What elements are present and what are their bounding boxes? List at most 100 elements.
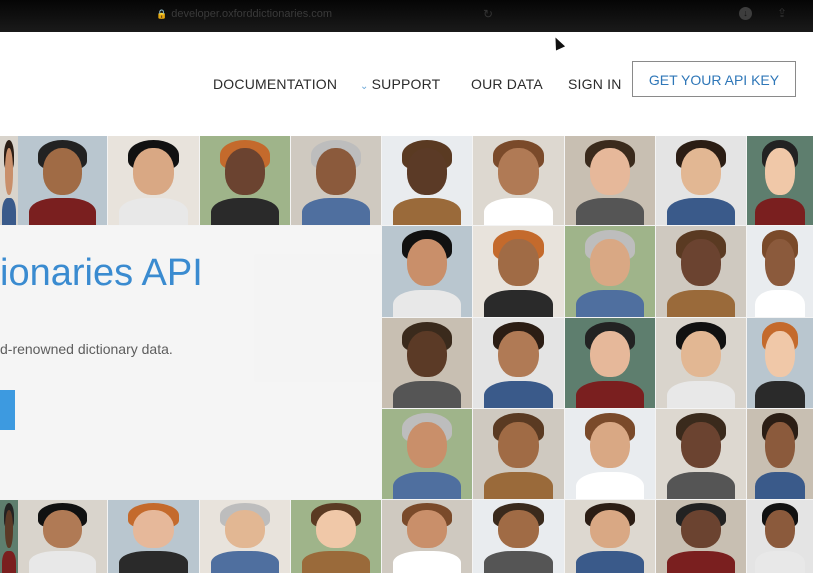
portrait-photo — [18, 500, 107, 573]
portrait-photo — [382, 226, 472, 317]
portrait-body — [666, 551, 736, 573]
portrait-body — [118, 198, 189, 225]
portrait-body — [575, 551, 645, 573]
portrait-body — [575, 472, 645, 499]
portrait-face — [225, 510, 265, 549]
portrait-face — [407, 510, 447, 549]
nav-sign-in[interactable]: SIGN IN — [568, 76, 622, 92]
portrait-face — [498, 330, 539, 378]
portrait-face — [498, 421, 539, 469]
portrait-photo — [565, 318, 655, 408]
lock-icon: 🔒 — [156, 9, 168, 19]
portrait-face — [765, 148, 795, 195]
portrait-photo — [656, 500, 746, 573]
portrait-face — [407, 421, 447, 469]
portrait-photo — [747, 500, 813, 573]
portrait-face — [765, 238, 795, 287]
portrait-body — [483, 198, 554, 225]
portrait-face — [681, 330, 721, 378]
nav-our-data[interactable]: OUR DATA — [471, 76, 543, 92]
portrait-photo — [565, 136, 655, 225]
address-bar[interactable]: 🔒 developer.oxforddictionaries.com — [156, 8, 332, 20]
portrait-face — [42, 510, 83, 549]
portrait-face — [5, 148, 13, 195]
portrait-photo — [565, 500, 655, 573]
browser-toolbar: 🔒 developer.oxforddictionaries.com ↻ ↓ ⇪ — [0, 0, 813, 32]
portrait-face — [498, 238, 539, 287]
get-api-key-button[interactable]: GET YOUR API KEY — [632, 61, 796, 97]
portrait-photo — [656, 226, 746, 317]
portrait-body — [392, 381, 462, 408]
hero-subtitle: d-renowned dictionary data. — [0, 341, 173, 357]
portrait-photo — [747, 318, 813, 408]
portrait-face — [498, 148, 539, 195]
portrait-face — [765, 510, 795, 549]
portrait-face — [681, 510, 721, 549]
portrait-photo — [382, 500, 472, 573]
reload-icon[interactable]: ↻ — [483, 7, 493, 21]
portrait-photo — [18, 136, 107, 225]
portrait-photo — [656, 318, 746, 408]
portrait-body — [754, 198, 806, 225]
portrait-body — [666, 289, 736, 317]
portrait-body — [483, 551, 554, 573]
portrait-face — [590, 421, 630, 469]
portrait-body — [2, 198, 16, 225]
portrait-body — [392, 551, 462, 573]
portrait-photo — [200, 500, 290, 573]
portrait-body — [392, 198, 462, 225]
portrait-body — [575, 381, 645, 408]
download-icon[interactable]: ↓ — [739, 7, 752, 20]
portrait-photo — [473, 136, 564, 225]
hero-button[interactable] — [0, 390, 15, 430]
portrait-body — [666, 381, 736, 408]
portrait-face — [42, 148, 83, 195]
portrait-body — [754, 289, 806, 317]
portrait-face — [590, 510, 630, 549]
share-icon[interactable]: ⇪ — [777, 6, 787, 20]
portrait-photo — [565, 226, 655, 317]
portrait-body — [210, 198, 280, 225]
portrait-face — [681, 148, 721, 195]
portrait-body — [28, 551, 97, 573]
portrait-body — [754, 551, 806, 573]
portrait-photo — [656, 136, 746, 225]
portrait-photo — [108, 136, 199, 225]
portrait-photo — [291, 136, 381, 225]
portrait-body — [118, 551, 189, 573]
portrait-photo — [747, 226, 813, 317]
portrait-photo — [473, 409, 564, 499]
portrait-body — [483, 472, 554, 499]
portrait-face — [5, 510, 13, 549]
portrait-photo — [382, 136, 472, 225]
portrait-photo — [108, 500, 199, 573]
nav-support[interactable]: ⌄ SUPPORT — [360, 76, 440, 92]
portrait-photo — [473, 318, 564, 408]
portrait-body — [754, 472, 806, 499]
portrait-body — [666, 198, 736, 225]
portrait-face — [316, 510, 356, 549]
portrait-photo — [473, 226, 564, 317]
portrait-photo — [747, 136, 813, 225]
portrait-face — [316, 148, 356, 195]
portrait-face — [225, 148, 265, 195]
portrait-face — [590, 148, 630, 195]
nav-documentation[interactable]: DOCUMENTATION — [213, 76, 337, 92]
portrait-face — [765, 330, 795, 378]
portrait-body — [2, 551, 16, 573]
portrait-photo — [656, 409, 746, 499]
portrait-face — [133, 510, 174, 549]
portrait-face — [681, 421, 721, 469]
portrait-photo — [0, 500, 18, 573]
portrait-photo — [0, 136, 18, 225]
portrait-body — [301, 551, 371, 573]
chevron-down-icon: ⌄ — [360, 81, 369, 92]
portrait-body — [392, 472, 462, 499]
portrait-body — [301, 198, 371, 225]
portrait-photo — [382, 409, 472, 499]
portrait-photo — [473, 500, 564, 573]
portrait-body — [483, 381, 554, 408]
portrait-body — [28, 198, 97, 225]
hero-title: ionaries API — [0, 252, 203, 294]
portrait-face — [407, 148, 447, 195]
